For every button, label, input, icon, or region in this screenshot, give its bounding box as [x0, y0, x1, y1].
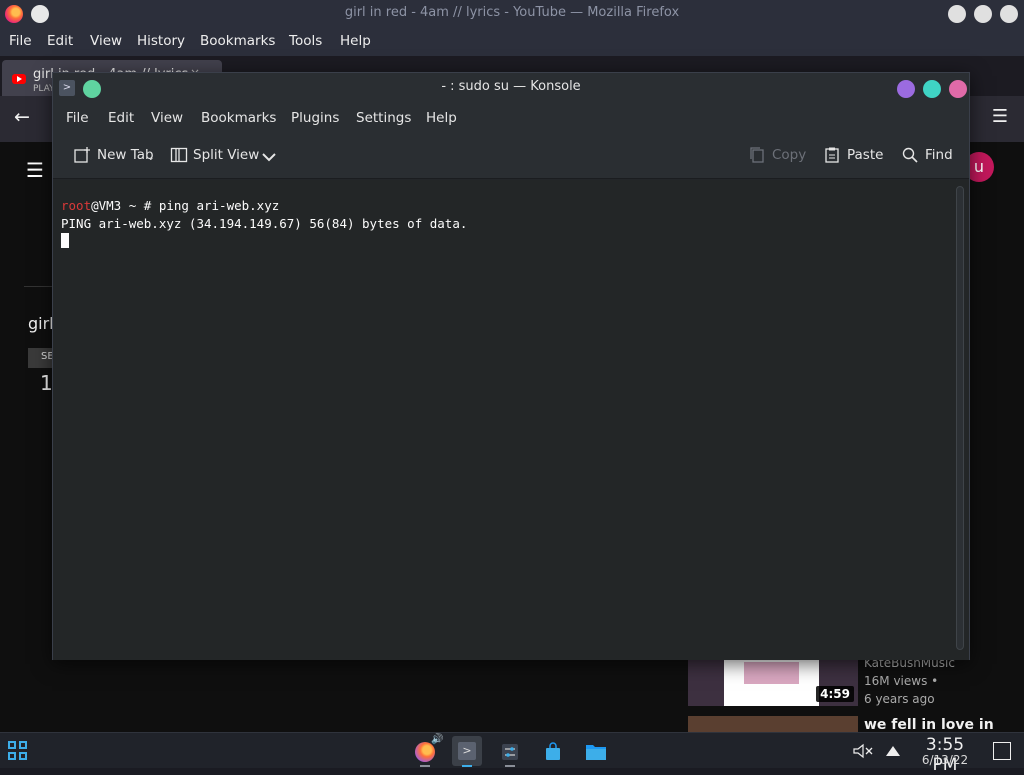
menu-bookmarks[interactable]: Bookmarks [201, 110, 276, 126]
taskbar-file-manager[interactable] [581, 736, 611, 766]
terminal-icon: > [458, 742, 476, 760]
terminal-output[interactable]: root@VM3 ~ # ping ari-web.xyz PING ari-w… [53, 180, 953, 660]
firefox-icon [415, 742, 435, 762]
konsole-titlebar: > - : sudo su — Konsole [53, 73, 969, 103]
audio-playing-icon: 🔊 [431, 734, 444, 745]
paste-button[interactable]: Paste [847, 147, 883, 163]
scrollbar-track[interactable] [956, 186, 964, 650]
menu-help[interactable]: Help [340, 33, 371, 49]
menu-bookmarks[interactable]: Bookmarks [200, 33, 275, 49]
video-title: girl [28, 314, 54, 333]
tray-expand-icon[interactable] [885, 744, 901, 758]
app-menu-button[interactable]: ☰ [992, 106, 1008, 127]
scrollbar[interactable] [953, 180, 969, 660]
konsole-menubar: File Edit View Bookmarks Plugins Setting… [53, 103, 969, 133]
taskbar-discover[interactable] [538, 736, 568, 766]
terminal-cursor [61, 233, 69, 248]
taskbar: 🔊 > 3:55 PM 6/13/22 [0, 732, 1024, 775]
new-tab-dropdown-icon[interactable]: ⌄ [147, 153, 155, 163]
menu-edit[interactable]: Edit [47, 33, 73, 49]
terminal-line [61, 232, 953, 250]
menu-history[interactable]: History [137, 33, 185, 49]
youtube-favicon-icon [12, 74, 26, 84]
clock-date[interactable]: 6/13/22 [912, 753, 978, 767]
menu-tools[interactable]: Tools [289, 33, 322, 49]
terminal-line: root@VM3 ~ # ping ari-web.xyz [61, 197, 953, 215]
split-view-button[interactable]: Split View [193, 147, 259, 163]
firefox-window-title: girl in red - 4am // lyrics - YouTube — … [344, 5, 680, 20]
count-text: 1 [40, 371, 53, 395]
firefox-menubar: File Edit View History Bookmarks Tools H… [0, 28, 1024, 56]
new-tab-icon[interactable] [73, 146, 91, 164]
maximize-button[interactable] [974, 5, 992, 23]
task-indicator [462, 765, 472, 767]
konsole-window-title: - : sudo su — Konsole [441, 79, 581, 94]
taskbar-konsole[interactable]: > [452, 736, 482, 767]
copy-icon[interactable] [748, 146, 766, 164]
menu-help[interactable]: Help [426, 110, 457, 126]
menu-settings[interactable]: Settings [356, 110, 411, 126]
app-launcher-icon[interactable] [8, 741, 28, 761]
menu-file[interactable]: File [9, 33, 32, 49]
copy-button[interactable]: Copy [772, 147, 806, 163]
search-icon[interactable] [901, 146, 919, 164]
settings-sliders-icon [502, 744, 518, 760]
minimize-button[interactable] [948, 5, 966, 23]
video-duration: 4:59 [816, 686, 854, 702]
konsole-window: > - : sudo su — Konsole File Edit View B… [52, 72, 970, 660]
recommendation-thumbnail[interactable] [688, 716, 858, 732]
terminal-line: PING ari-web.xyz (34.194.149.67) 56(84) … [61, 215, 468, 231]
maximize-button[interactable] [923, 80, 941, 98]
minimize-button[interactable] [897, 80, 915, 98]
thumbnail-image [724, 660, 819, 706]
paste-icon[interactable] [823, 146, 841, 164]
task-indicator [505, 765, 515, 767]
prompt-user: root [61, 198, 92, 213]
close-button[interactable] [1000, 5, 1018, 23]
recommendation-thumbnail[interactable]: 4:59 [688, 660, 858, 706]
back-button[interactable]: ← [14, 106, 30, 128]
menu-plugins[interactable]: Plugins [291, 110, 339, 126]
store-bag-icon [546, 742, 560, 760]
close-button[interactable] [949, 80, 967, 98]
recommendation-title[interactable]: we fell in love in [864, 717, 994, 733]
split-view-icon[interactable] [170, 146, 188, 164]
youtube-menu-icon[interactable]: ☰ [26, 158, 44, 182]
firefox-titlebar: girl in red - 4am // lyrics - YouTube — … [0, 0, 1024, 28]
konsole-toolbar: New Tab ⌄ Split View Copy Paste Find [53, 133, 969, 179]
recommendation-age: 6 years ago [864, 692, 935, 706]
new-tab-button[interactable]: New Tab [97, 147, 154, 163]
menu-view[interactable]: View [90, 33, 122, 49]
show-desktop-icon[interactable] [993, 742, 1011, 760]
prompt-command: @VM3 ~ # ping ari-web.xyz [91, 198, 280, 213]
menu-file[interactable]: File [66, 110, 89, 126]
volume-muted-icon[interactable] [852, 742, 874, 760]
task-indicator [420, 765, 430, 767]
chevron-down-icon[interactable] [260, 148, 278, 166]
recommendation-views: 16M views • [864, 674, 939, 688]
taskbar-firefox[interactable]: 🔊 [410, 734, 444, 767]
divider [24, 286, 54, 287]
menu-edit[interactable]: Edit [108, 110, 134, 126]
find-button[interactable]: Find [925, 147, 953, 163]
menu-view[interactable]: View [151, 110, 183, 126]
folder-icon [586, 745, 606, 760]
taskbar-system-settings[interactable] [495, 736, 525, 767]
